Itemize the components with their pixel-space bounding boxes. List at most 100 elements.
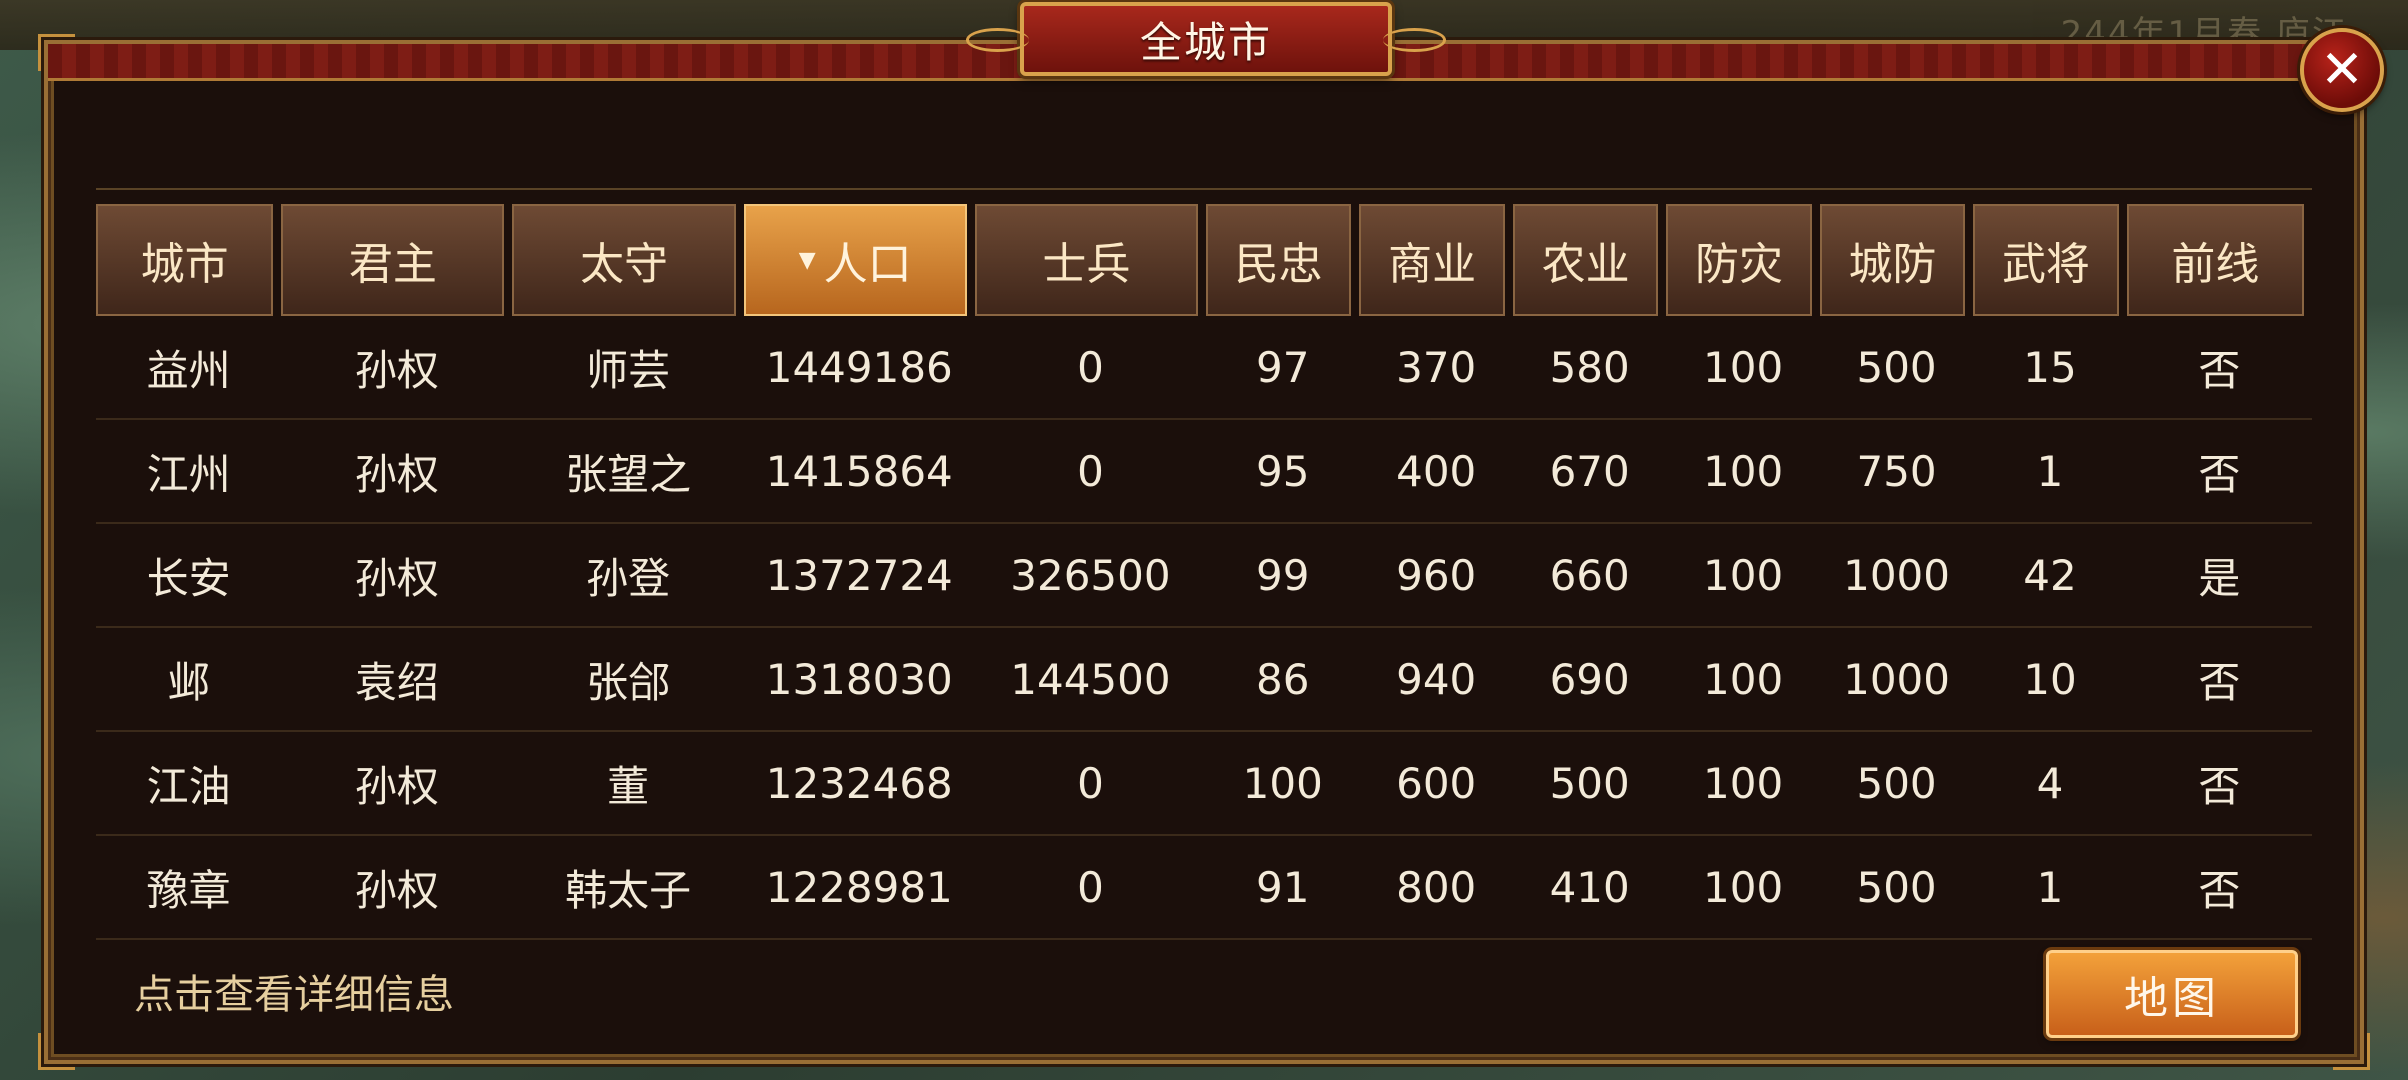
table-cell: 1 (2036, 862, 2064, 912)
corner-ornament (2333, 1033, 2370, 1070)
table-cell: 940 (1396, 654, 1477, 704)
table-cell: 否 (2198, 449, 2241, 499)
table-cell: 董 (607, 761, 650, 811)
column-header-label: 防灾 (1695, 239, 1784, 290)
table-cell: 1372724 (765, 550, 953, 600)
column-header-label: 武将 (2001, 239, 2090, 290)
table-cell: 长安 (146, 553, 231, 603)
title-plaque: 全城市 (966, 2, 1446, 76)
column-header-label: 太守 (580, 239, 669, 290)
table-cell: 袁绍 (354, 657, 439, 707)
table-cell: 100 (1703, 862, 1784, 912)
table-cell: 95 (1256, 446, 1310, 496)
map-button[interactable]: 地图 (2046, 950, 2298, 1038)
column-header-1[interactable]: 君主 (281, 204, 505, 316)
table-cell: 益州 (146, 345, 231, 395)
table-cell: 孙权 (354, 449, 439, 499)
column-header-10[interactable]: 武将 (1973, 204, 2119, 316)
table-cell: 86 (1256, 654, 1310, 704)
table-row[interactable]: 豫章 孙权 韩太子 1228981 0 91 800 410 100 500 1 否 (96, 836, 2312, 940)
table-row[interactable]: 江油 孙权 董 1232468 0 100 600 500 100 500 4 否 (96, 732, 2312, 836)
table-cell: 97 (1256, 342, 1310, 392)
table-cell: 孙权 (354, 865, 439, 915)
corner-ornament (38, 34, 75, 71)
column-header-label: 前线 (2171, 239, 2260, 290)
table-cell: 800 (1396, 862, 1477, 912)
table-cell: 江油 (146, 761, 231, 811)
table-cell: 99 (1256, 550, 1310, 600)
table-cell: 660 (1549, 550, 1630, 600)
column-header-3[interactable]: ▼ 人口 (743, 204, 967, 316)
table-cell: 1 (2036, 446, 2064, 496)
table-cell: 1232468 (765, 758, 953, 808)
table-cell: 600 (1396, 758, 1477, 808)
table-cell: 500 (1856, 862, 1937, 912)
table-cell: 670 (1549, 446, 1630, 496)
sort-down-icon: ▼ (798, 247, 816, 273)
table-cell: 15 (2023, 342, 2077, 392)
table-cell: 邺 (167, 657, 210, 707)
column-header-label: 士兵 (1042, 239, 1131, 290)
table-cell: 0 (1077, 446, 1104, 496)
close-button[interactable]: ✕ (2300, 28, 2384, 112)
table-row[interactable]: 益州 孙权 师芸 1449186 0 97 370 580 100 500 15 否 (96, 316, 2312, 420)
table-cell: 0 (1077, 342, 1104, 392)
table-cell: 豫章 (146, 865, 231, 915)
table-cell: 144500 (1010, 654, 1171, 704)
table-cell: 100 (1242, 758, 1323, 808)
table-cell: 孙权 (354, 761, 439, 811)
table-cell: 370 (1396, 342, 1477, 392)
hint-text: 点击查看详细信息 (134, 972, 454, 1018)
column-header-6[interactable]: 商业 (1359, 204, 1505, 316)
page-title: 全城市 (1139, 17, 1272, 67)
column-header-11[interactable]: 前线 (2126, 204, 2304, 316)
table-cell: 张郃 (586, 657, 671, 707)
column-header-label: 民忠 (1234, 239, 1323, 290)
table-cell: 10 (2023, 654, 2077, 704)
table-cell: 否 (2198, 865, 2241, 915)
table-cell: 1228981 (765, 862, 953, 912)
cities-table: 城市 君主 太守 ▼ 人口 士兵 民忠 商业 农业 防灾 城防 武将 前线 益州 孙权 师芸 1449186 0… (96, 188, 2312, 940)
table-cell: 100 (1703, 758, 1784, 808)
column-header-4[interactable]: 士兵 (974, 204, 1198, 316)
table-cell: 500 (1549, 758, 1630, 808)
table-cell: 1000 (1843, 654, 1950, 704)
table-cell: 500 (1856, 342, 1937, 392)
table-cell: 400 (1396, 446, 1477, 496)
table-cell: 孙登 (586, 553, 671, 603)
table-cell: 否 (2198, 761, 2241, 811)
column-header-7[interactable]: 农业 (1512, 204, 1659, 316)
table-cell: 1000 (1843, 550, 1950, 600)
table-cell: 孙权 (354, 553, 439, 603)
column-header-label: 城市 (140, 239, 229, 290)
table-cell: 师芸 (586, 345, 671, 395)
column-header-8[interactable]: 防灾 (1666, 204, 1812, 316)
table-cell: 江州 (146, 449, 231, 499)
column-header-0[interactable]: 城市 (96, 204, 274, 316)
table-cell: 410 (1549, 862, 1630, 912)
table-cell: 100 (1703, 654, 1784, 704)
table-cell: 326500 (1010, 550, 1171, 600)
table-cell: 500 (1856, 758, 1937, 808)
table-cell: 1318030 (765, 654, 953, 704)
table-row[interactable]: 江州 孙权 张望之 1415864 0 95 400 670 100 750 1 否 (96, 420, 2312, 524)
column-header-label: 君主 (348, 239, 437, 290)
table-cell: 张望之 (565, 449, 692, 499)
table-cell: 100 (1703, 446, 1784, 496)
table-cell: 否 (2198, 657, 2241, 707)
table-cell: 690 (1549, 654, 1630, 704)
column-header-label: 城防 (1848, 239, 1937, 290)
close-icon: ✕ (2320, 40, 2364, 100)
table-cell: 否 (2198, 345, 2241, 395)
table-row[interactable]: 长安 孙权 孙登 1372724 326500 99 960 660 100 1000 42 是 (96, 524, 2312, 628)
table-cell: 91 (1256, 862, 1310, 912)
column-header-label: 农业 (1541, 239, 1630, 290)
column-header-2[interactable]: 太守 (512, 204, 736, 316)
table-cell: 42 (2023, 550, 2077, 600)
table-row[interactable]: 邺 袁绍 张郃 1318030 144500 86 940 690 100 1000 10 否 (96, 628, 2312, 732)
column-header-9[interactable]: 城防 (1819, 204, 1966, 316)
table-cell: 0 (1077, 758, 1104, 808)
table-cell: 100 (1703, 342, 1784, 392)
column-header-5[interactable]: 民忠 (1205, 204, 1352, 316)
table-body: 益州 孙权 师芸 1449186 0 97 370 580 100 500 15 否江州 孙权 张望之 14… (96, 316, 2312, 940)
